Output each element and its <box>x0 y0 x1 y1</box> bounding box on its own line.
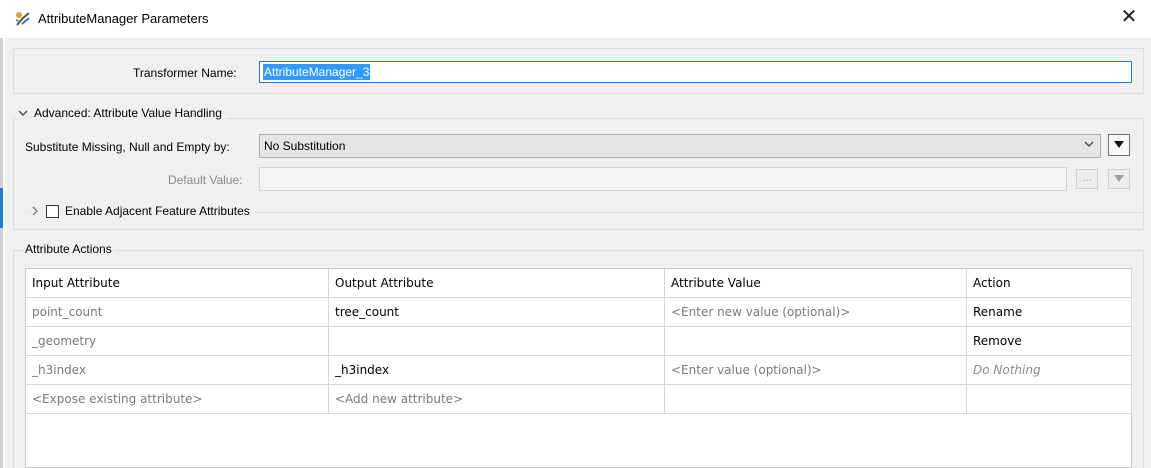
action-cell[interactable]: Remove <box>967 327 1132 355</box>
adjacent-checkbox[interactable] <box>46 204 59 218</box>
attribute-actions-table: Input Attribute Output Attribute Attribu… <box>25 268 1132 468</box>
chevron-right-icon[interactable] <box>28 204 42 218</box>
add-attribute-cell[interactable]: <Add new attribute> <box>329 385 665 413</box>
default-value-browse-button[interactable]: ... <box>1076 169 1098 189</box>
substitute-label: Substitute Missing, Null and Empty by: <box>25 140 230 154</box>
input-attribute-cell[interactable]: _h3index <box>26 356 329 384</box>
table-row[interactable]: _geometry Remove <box>26 327 1132 356</box>
close-icon[interactable]: ✕ <box>1121 6 1138 28</box>
title-bar: AttributeManager Parameters ✕ <box>0 0 1151 38</box>
substitute-menu-button[interactable] <box>1108 134 1130 156</box>
input-attribute-cell[interactable]: _geometry <box>26 327 329 355</box>
output-attribute-cell[interactable] <box>329 327 665 355</box>
advanced-section-header[interactable]: Advanced: Attribute Value Handling <box>16 106 226 120</box>
default-value-input[interactable] <box>259 167 1067 191</box>
adjacent-section-header[interactable]: Enable Adjacent Feature Attributes <box>28 204 254 218</box>
close-button[interactable]: ✕ <box>1117 6 1141 30</box>
attribute-value-cell[interactable]: <Enter new value (optional)> <box>665 298 967 326</box>
action-cell[interactable]: Do Nothing <box>967 356 1132 384</box>
attribute-actions-title: Attribute Actions <box>23 242 114 256</box>
adjacent-label: Enable Adjacent Feature Attributes <box>65 204 250 218</box>
transformer-name-value: AttributeManager_3 <box>263 64 371 80</box>
action-cell[interactable]: Rename <box>967 298 1132 326</box>
attribute-value-cell[interactable] <box>665 327 967 355</box>
column-header-output[interactable]: Output Attribute <box>329 269 665 297</box>
triangle-down-menu-icon <box>1114 175 1124 182</box>
advanced-section-title: Advanced: Attribute Value Handling <box>34 106 222 120</box>
chevron-down-icon[interactable] <box>16 106 30 120</box>
table-row[interactable]: _h3index _h3index <Enter value (optional… <box>26 356 1132 385</box>
table-row[interactable]: point_count tree_count <Enter new value … <box>26 298 1132 327</box>
attribute-value-cell[interactable] <box>665 385 967 413</box>
action-cell[interactable] <box>967 385 1132 413</box>
expose-attribute-cell[interactable]: <Expose existing attribute> <box>26 385 329 413</box>
output-attribute-cell[interactable]: _h3index <box>329 356 665 384</box>
input-attribute-cell[interactable]: point_count <box>26 298 329 326</box>
transformer-name-label: Transformer Name: <box>133 66 237 80</box>
window-title: AttributeManager Parameters <box>38 11 209 26</box>
substitute-value: No Substitution <box>264 139 346 153</box>
default-value-label: Default Value: <box>168 173 243 187</box>
window-edge <box>0 38 3 468</box>
ellipsis-icon: ... <box>1082 172 1092 184</box>
table-row[interactable]: <Expose existing attribute> <Add new att… <box>26 385 1132 414</box>
default-value-menu-button[interactable] <box>1108 169 1130 189</box>
fme-transformer-icon <box>15 12 30 26</box>
column-header-input[interactable]: Input Attribute <box>26 269 329 297</box>
table-header-row: Input Attribute Output Attribute Attribu… <box>26 269 1132 298</box>
triangle-down-menu-icon <box>1114 141 1124 148</box>
attribute-value-cell[interactable]: <Enter value (optional)> <box>665 356 967 384</box>
column-header-action[interactable]: Action <box>967 269 1132 297</box>
dropdown-caret-icon <box>1084 139 1094 152</box>
column-header-value[interactable]: Attribute Value <box>665 269 967 297</box>
transformer-name-input[interactable]: AttributeManager_3 <box>259 61 1132 83</box>
substitute-select[interactable]: No Substitution <box>259 134 1101 158</box>
output-attribute-cell[interactable]: tree_count <box>329 298 665 326</box>
